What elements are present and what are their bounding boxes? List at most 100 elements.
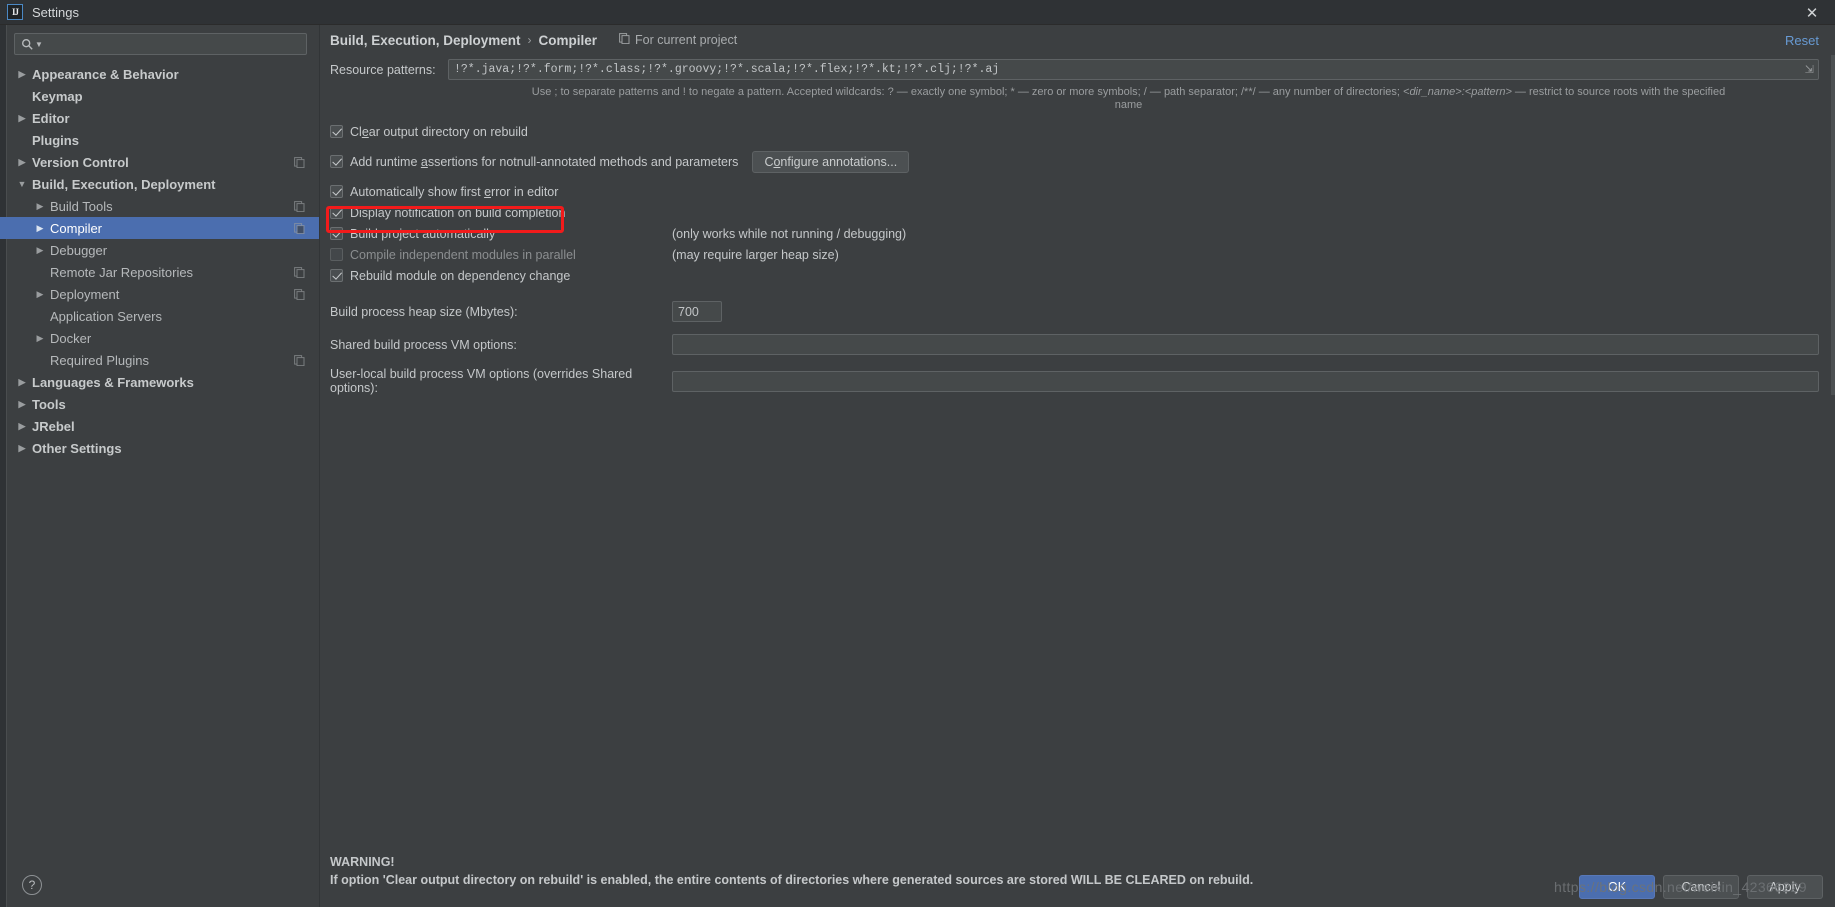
- checkbox-rebuild-module-on-dependency-change[interactable]: [330, 269, 343, 282]
- sidebar-item-application-servers[interactable]: ▶Application Servers: [0, 305, 319, 327]
- checkbox-label-rebuild-on-dependency: Rebuild module on dependency change: [350, 268, 571, 283]
- note-build-automatically: (only works while not running / debuggin…: [672, 226, 907, 241]
- resource-patterns-label: Resource patterns:: [330, 62, 436, 77]
- chevron-right-icon[interactable]: ▶: [32, 245, 48, 256]
- cancel-button[interactable]: Cancel: [1663, 875, 1739, 899]
- settings-dialog: IJ Settings ✕ ▼ ▶ Appearance & Behavior …: [0, 0, 1835, 907]
- chevron-right-icon[interactable]: ▶: [14, 157, 30, 168]
- checkbox-row-build-automatically[interactable]: Build project automatically (only works …: [330, 224, 1819, 243]
- chevron-right-icon[interactable]: ▶: [32, 333, 48, 344]
- search-box[interactable]: ▼: [14, 33, 307, 55]
- intellij-logo-icon: IJ: [7, 4, 23, 20]
- shared-vm-options-row: Shared build process VM options:: [330, 334, 1819, 355]
- settings-tree[interactable]: ▶Appearance & Behavior▶Keymap▶Editor▶Plu…: [0, 61, 319, 907]
- reset-link[interactable]: Reset: [1785, 33, 1819, 48]
- heap-size-input[interactable]: 700: [672, 301, 722, 322]
- sidebar-item-plugins[interactable]: ▶Plugins: [0, 129, 319, 151]
- chevron-right-icon[interactable]: ▶: [14, 443, 30, 454]
- configure-annotations-button[interactable]: Co nfigure annotations...: [752, 150, 910, 173]
- shared-vm-options-input[interactable]: [672, 334, 1819, 355]
- sidebar-item-label: JRebel: [32, 418, 75, 434]
- dialog-button-bar: OK Cancel Apply: [1579, 875, 1823, 899]
- apply-button[interactable]: Apply: [1747, 875, 1823, 899]
- sidebar-item-jrebel[interactable]: ▶ JRebel: [0, 415, 319, 437]
- checkbox-display-notification[interactable]: [330, 206, 343, 219]
- compiler-options-group: Clear output directory on rebuild Add ru…: [326, 122, 1819, 285]
- window-title-bar: IJ Settings ✕: [0, 0, 1835, 25]
- checkbox-clear-output-directory[interactable]: [330, 125, 343, 138]
- breadcrumb-leaf: Compiler: [538, 32, 598, 48]
- chevron-right-icon[interactable]: ▶: [32, 201, 48, 212]
- ok-button[interactable]: OK: [1579, 875, 1655, 899]
- checkbox-row-clear-output[interactable]: Clear output directory on rebuild: [330, 122, 1819, 141]
- sidebar-item-docker[interactable]: ▶ Docker: [0, 327, 319, 349]
- expand-icon[interactable]: ⇲: [1805, 63, 1814, 76]
- checkbox-row-display-notification[interactable]: Display notification on build completion: [330, 203, 1819, 222]
- sidebar-item-debugger[interactable]: ▶ Debugger: [0, 239, 319, 261]
- chevron-right-icon[interactable]: ▶: [14, 69, 30, 80]
- checkbox-row-rebuild-on-dependency[interactable]: Rebuild module on dependency change: [330, 266, 1819, 285]
- sidebar-item-build-execution-deployment[interactable]: ▼ Build, Execution, Deployment: [0, 173, 319, 195]
- sidebar-item-version-control[interactable]: ▶ Version Control: [0, 151, 319, 173]
- sidebar-item-other-settings[interactable]: ▶ Other Settings: [0, 437, 319, 459]
- user-vm-options-label: User-local build process VM options (ove…: [330, 367, 633, 395]
- sidebar-item-label: Deployment: [50, 286, 120, 302]
- chevron-down-icon[interactable]: ▼: [14, 179, 30, 189]
- warning-title: WARNING!: [330, 855, 395, 869]
- hint-text-italic: <dir_name>:<pattern>: [1403, 86, 1512, 98]
- chevron-right-icon[interactable]: ▶: [32, 223, 48, 234]
- sidebar-item-editor[interactable]: ▶ Editor: [0, 107, 319, 129]
- chevron-right-icon[interactable]: ▶: [14, 377, 30, 388]
- project-scope-icon: [294, 288, 305, 301]
- breadcrumb-root[interactable]: Build, Execution, Deployment: [330, 33, 521, 48]
- close-icon[interactable]: ✕: [1789, 0, 1835, 25]
- hint-text-part2: — restrict to source roots with the spec…: [1511, 86, 1726, 98]
- sidebar-item-required-plugins[interactable]: ▶Required Plugins: [0, 349, 319, 371]
- chevron-right-icon[interactable]: ▶: [14, 113, 30, 124]
- sidebar-item-languages-frameworks[interactable]: ▶ Languages & Frameworks: [0, 371, 319, 393]
- warning-block: WARNING! If option 'Clear output directo…: [330, 853, 1253, 889]
- sidebar-item-remote-jar-repositories[interactable]: ▶Remote Jar Repositories: [0, 261, 319, 283]
- search-input[interactable]: [42, 37, 300, 51]
- checkbox-label-clear-output: Clear output directory on rebuild: [350, 124, 528, 139]
- search-dropdown-icon[interactable]: ▼: [35, 40, 43, 49]
- checkbox-add-runtime-assertions[interactable]: [330, 155, 343, 168]
- sidebar-item-label: Plugins: [32, 132, 79, 148]
- sidebar-item-label: Languages & Frameworks: [32, 374, 194, 390]
- chevron-right-icon[interactable]: ▶: [14, 421, 30, 432]
- heap-size-row: Build process heap size (Mbytes): 700: [330, 301, 1819, 322]
- sidebar-item-label: Remote Jar Repositories: [50, 264, 194, 280]
- resource-patterns-input[interactable]: !?*.java;!?*.form;!?*.class;!?*.groovy;!…: [448, 59, 1819, 80]
- sidebar-item-deployment[interactable]: ▶ Deployment: [0, 283, 319, 305]
- checkbox-row-show-first-error[interactable]: Automatically show first error in editor: [330, 182, 1819, 201]
- sidebar-item-label: Required Plugins: [50, 352, 150, 368]
- dialog-body: ▼ ▶Appearance & Behavior▶Keymap▶Editor▶P…: [0, 25, 1835, 907]
- checkbox-label-show-first-error: Automatically show first error in editor: [350, 184, 559, 199]
- settings-sidebar: ▼ ▶Appearance & Behavior▶Keymap▶Editor▶P…: [0, 25, 320, 907]
- user-vm-options-input[interactable]: [672, 370, 1819, 392]
- sidebar-item-compiler[interactable]: ▶ Compiler: [0, 217, 319, 239]
- settings-form: Resource patterns: !?*.java;!?*.form;!?*…: [320, 55, 1835, 907]
- sidebar-item-tools[interactable]: ▶ Tools: [0, 393, 319, 415]
- content-scrollbar[interactable]: [1831, 55, 1835, 395]
- help-button[interactable]: ?: [22, 875, 42, 895]
- sidebar-item-keymap[interactable]: ▶Keymap: [0, 85, 319, 107]
- checkbox-row-runtime-assertions[interactable]: Add runtime assertions for notnull-annot…: [330, 150, 1819, 173]
- heap-size-label: Build process heap size (Mbytes):: [330, 304, 518, 319]
- checkbox-label-parallel-compile: Compile independent modules in parallel: [350, 247, 576, 262]
- copy-icon: [619, 33, 630, 47]
- warning-text: If option 'Clear output directory on reb…: [330, 873, 1254, 887]
- checkbox-automatically-show-first-error[interactable]: [330, 185, 343, 198]
- chevron-right-icon[interactable]: ▶: [14, 399, 30, 410]
- chevron-right-icon[interactable]: ▶: [32, 289, 48, 300]
- project-scope-icon: [294, 156, 305, 169]
- sidebar-item-appearance-behavior[interactable]: ▶ Appearance & Behavior: [0, 63, 319, 85]
- checkbox-build-project-automatically[interactable]: [330, 227, 343, 240]
- sidebar-item-label: Editor: [32, 110, 70, 126]
- desktop-root: IJ Settings ✕ ▼ ▶ Appearance & Behavior …: [0, 0, 1835, 907]
- sidebar-item-build-tools[interactable]: ▶ Build Tools: [0, 195, 319, 217]
- project-scope-icon: [294, 354, 305, 367]
- project-scope-icon: [294, 200, 305, 213]
- checkbox-row-parallel-compile: Compile independent modules in parallel …: [330, 245, 1819, 264]
- scope-label: For current project: [635, 33, 738, 47]
